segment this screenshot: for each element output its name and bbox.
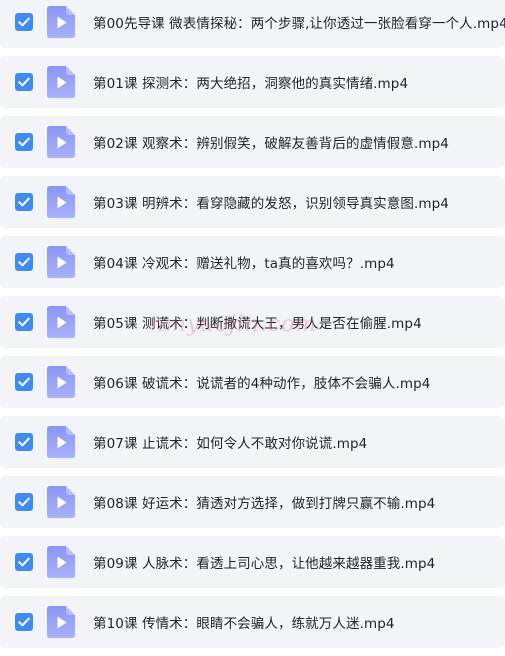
file-row[interactable]: 第01课 探测术：两大绝招，洞察他的真实情绪.mp4 (0, 56, 505, 108)
checkmark-icon (18, 257, 30, 267)
video-play-icon (47, 246, 75, 278)
file-row[interactable]: 第05课 测谎术：判断撒谎大王，男人是否在偷腥.mp4 (0, 296, 505, 348)
file-list: 第00先导课 微表情探秘：两个步骤,让你透过一张脸看穿一个人.mp4 第01课 探… (0, 0, 505, 656)
file-row[interactable]: 第04课 冷观术：赠送礼物，ta真的喜欢吗？.mp4 (0, 236, 505, 288)
file-checkbox[interactable] (15, 253, 33, 271)
video-play-icon (47, 366, 75, 398)
file-row[interactable]: 第00先导课 微表情探秘：两个步骤,让你透过一张脸看穿一个人.mp4 (0, 0, 505, 48)
file-checkbox[interactable] (15, 433, 33, 451)
checkmark-icon (18, 437, 30, 447)
file-checkbox[interactable] (15, 613, 33, 631)
file-checkbox[interactable] (15, 133, 33, 151)
file-checkbox[interactable] (15, 13, 33, 31)
video-play-icon (47, 6, 75, 38)
file-name: 第01课 探测术：两大绝招，洞察他的真实情绪.mp4 (93, 76, 409, 92)
file-name: 第05课 测谎术：判断撒谎大王，男人是否在偷腥.mp4 (93, 316, 422, 332)
checkmark-icon (18, 617, 30, 627)
file-row[interactable]: 第07课 止谎术：如何令人不敢对你说谎.mp4 (0, 416, 505, 468)
file-row[interactable]: 第08课 好运术：猜透对方选择，做到打牌只赢不输.mp4 (0, 476, 505, 528)
video-play-icon (47, 306, 75, 338)
checkmark-icon (18, 317, 30, 327)
video-play-icon (47, 126, 75, 158)
file-name: 第00先导课 微表情探秘：两个步骤,让你透过一张脸看穿一个人.mp4 (93, 16, 505, 32)
file-row[interactable]: 第06课 破谎术：说谎者的4种动作，肢体不会骗人.mp4 (0, 356, 505, 408)
file-checkbox[interactable] (15, 553, 33, 571)
file-name: 第06课 破谎术：说谎者的4种动作，肢体不会骗人.mp4 (93, 376, 431, 392)
file-checkbox[interactable] (15, 313, 33, 331)
checkmark-icon (18, 557, 30, 567)
video-play-icon (47, 66, 75, 98)
video-play-icon (47, 486, 75, 518)
checkmark-icon (18, 197, 30, 207)
file-name: 第08课 好运术：猜透对方选择，做到打牌只赢不输.mp4 (93, 496, 436, 512)
file-name: 第02课 观察术：辨别假笑，破解友善背后的虚情假意.mp4 (93, 136, 449, 152)
checkmark-icon (18, 377, 30, 387)
file-name: 第09课 人脉术：看透上司心思，让他越来越器重我.mp4 (93, 556, 436, 572)
file-name: 第07课 止谎术：如何令人不敢对你说谎.mp4 (93, 436, 368, 452)
checkmark-icon (18, 77, 30, 87)
checkmark-icon (18, 497, 30, 507)
video-play-icon (47, 426, 75, 458)
file-row[interactable]: 第10课 传情术：眼睛不会骗人，练就万人迷.mp4 (0, 596, 505, 648)
file-checkbox[interactable] (15, 373, 33, 391)
file-row[interactable]: 第09课 人脉术：看透上司心思，让他越来越器重我.mp4 (0, 536, 505, 588)
video-play-icon (47, 606, 75, 638)
file-checkbox[interactable] (15, 493, 33, 511)
file-name: 第10课 传情术：眼睛不会骗人，练就万人迷.mp4 (93, 616, 395, 632)
file-name: 第04课 冷观术：赠送礼物，ta真的喜欢吗？.mp4 (93, 256, 395, 272)
checkmark-icon (18, 137, 30, 147)
video-play-icon (47, 186, 75, 218)
file-name: 第03课 明辨术：看穿隐藏的发怒，识别领导真实意图.mp4 (93, 196, 449, 212)
file-checkbox[interactable] (15, 73, 33, 91)
file-row[interactable]: 第03课 明辨术：看穿隐藏的发怒，识别领导真实意图.mp4 (0, 176, 505, 228)
checkmark-icon (18, 17, 30, 27)
video-play-icon (47, 546, 75, 578)
file-row[interactable]: 第02课 观察术：辨别假笑，破解友善背后的虚情假意.mp4 (0, 116, 505, 168)
file-checkbox[interactable] (15, 193, 33, 211)
